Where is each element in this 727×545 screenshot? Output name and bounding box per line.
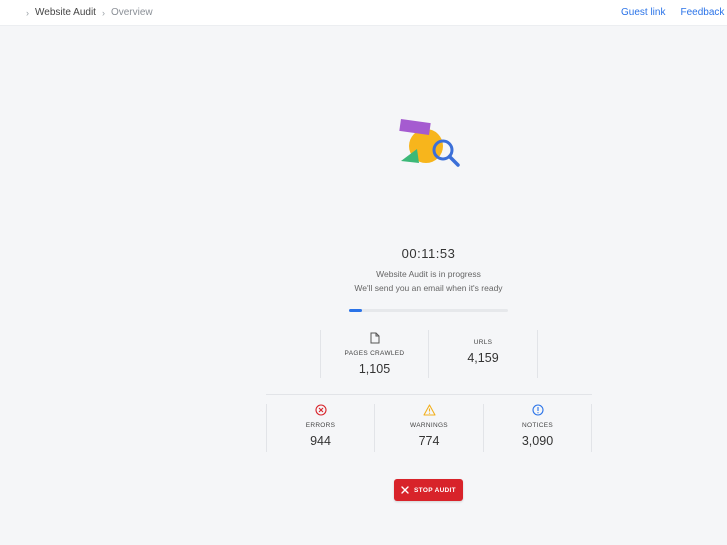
breadcrumb: › Website Audit › Overview xyxy=(26,7,153,18)
warnings-value: 774 xyxy=(418,434,440,448)
errors-stat: ERRORS 944 xyxy=(267,404,374,448)
pages-crawled-label: PAGES CRAWLED xyxy=(344,350,405,357)
audit-email-note: We'll send you an email when it's ready xyxy=(354,283,503,293)
stop-audit-label: STOP AUDIT xyxy=(414,486,456,494)
urls-stat: URLS 4,159 xyxy=(429,339,537,365)
warning-triangle-icon xyxy=(422,404,436,416)
feedback-link[interactable]: Feedback xyxy=(680,7,724,18)
urls-value: 4,159 xyxy=(467,351,499,365)
breadcrumb-chevron-icon: › xyxy=(26,7,29,18)
top-bar: › Website Audit › Overview Guest link Fe… xyxy=(0,0,727,26)
divider xyxy=(591,404,592,452)
audit-progress-fill xyxy=(349,309,362,312)
stop-audit-button[interactable]: STOP AUDIT xyxy=(394,479,463,501)
document-icon xyxy=(370,332,379,344)
pages-crawled-value: 1,105 xyxy=(358,362,391,376)
close-icon xyxy=(401,486,409,494)
info-circle-icon xyxy=(531,404,544,416)
error-circle-icon xyxy=(314,404,327,416)
pages-crawled-stat: PAGES CRAWLED 1,105 xyxy=(321,332,428,376)
audit-status-text: Website Audit is in progress xyxy=(376,269,481,279)
audit-progress-bar xyxy=(349,309,508,312)
urls-label: URLS xyxy=(473,339,493,346)
audit-timer: 00:11:53 xyxy=(401,246,456,261)
notices-stat: NOTICES 3,090 xyxy=(484,404,591,448)
breadcrumb-chevron-icon: › xyxy=(101,7,105,18)
section-divider xyxy=(266,394,592,395)
notices-value: 3,090 xyxy=(521,434,554,448)
errors-label: ERRORS xyxy=(305,422,336,429)
warnings-label: WARNINGS xyxy=(410,422,448,429)
audit-illustration-icon xyxy=(399,118,460,167)
notices-label: NOTICES xyxy=(522,422,553,429)
breadcrumb-item-website-audit[interactable]: Website Audit xyxy=(35,7,96,18)
guest-link[interactable]: Guest link xyxy=(621,7,665,18)
divider xyxy=(537,330,538,378)
errors-value: 944 xyxy=(310,434,331,448)
top-links: Guest link Feedback xyxy=(621,7,727,18)
breadcrumb-item-overview: Overview xyxy=(110,7,153,18)
warnings-stat: WARNINGS 774 xyxy=(375,404,483,448)
